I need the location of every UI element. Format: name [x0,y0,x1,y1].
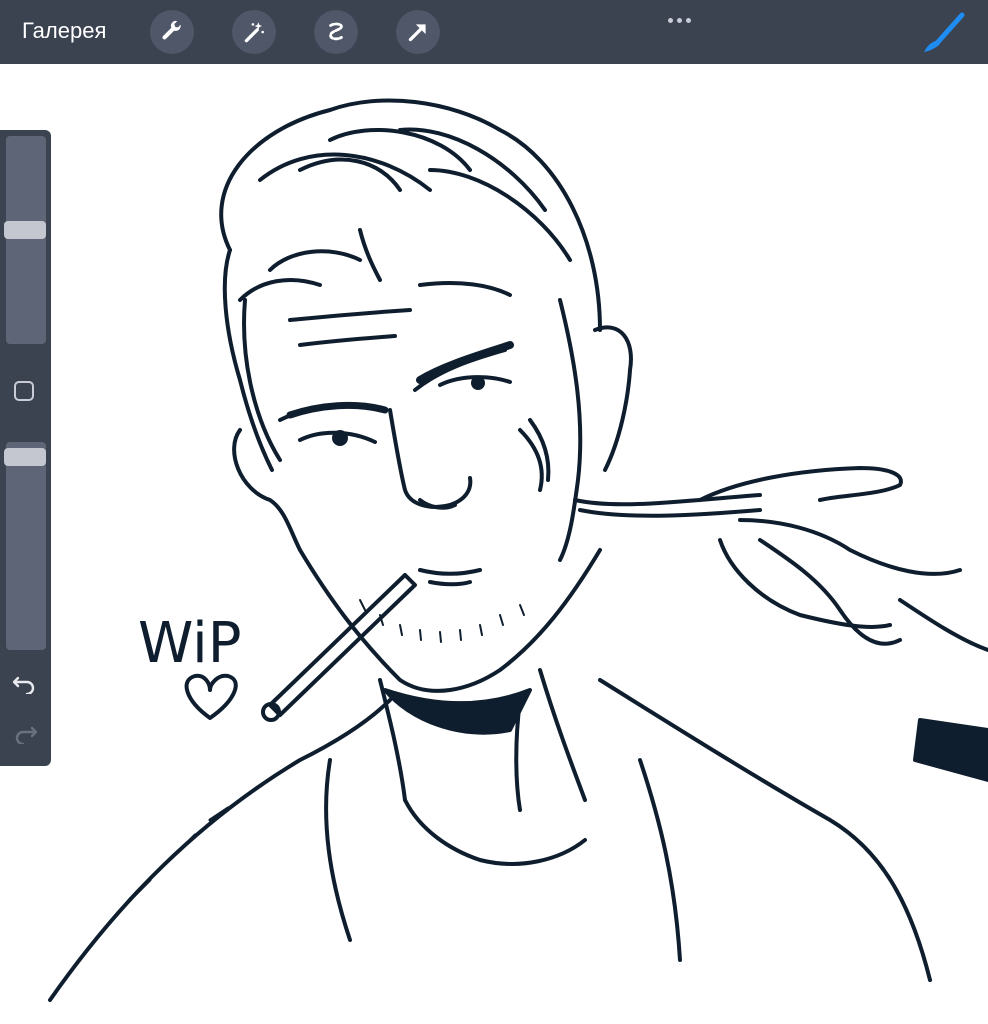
actions-button[interactable] [150,10,194,54]
selection-icon [329,22,343,41]
adjustments-button[interactable] [232,10,276,54]
magic-wand-icon [244,22,264,43]
brush-icon[interactable] [918,12,966,56]
selection-button[interactable] [314,10,358,54]
heart-icon [184,673,238,720]
wip-annotation: WiP [138,611,241,676]
top-toolbar: Галерея [0,0,988,64]
gallery-button[interactable]: Галерея [22,18,106,44]
wrench-icon [162,20,181,40]
transform-button[interactable] [396,10,440,54]
character-line-art [48,98,988,1002]
transform-arrow-icon [408,24,426,42]
drawing-canvas[interactable]: WiP [0,64,988,1024]
more-dots-icon[interactable] [668,10,698,23]
